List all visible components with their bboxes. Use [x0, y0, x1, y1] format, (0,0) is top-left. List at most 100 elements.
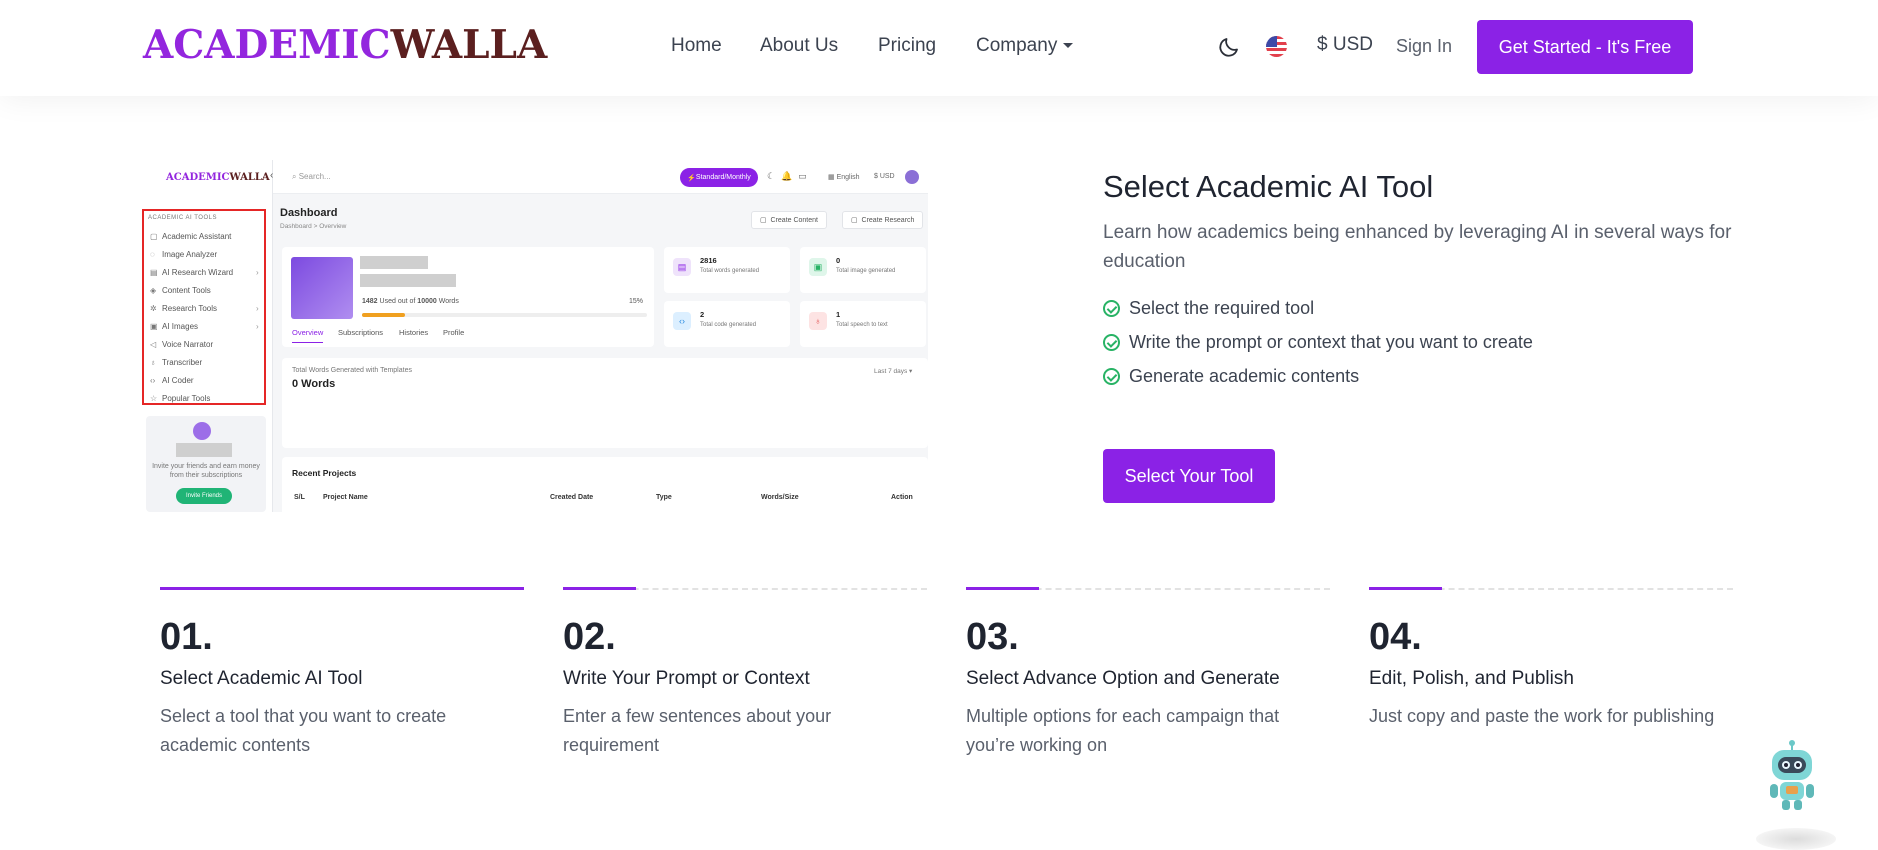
chevron-right-icon: › — [256, 268, 259, 277]
tool-item: ▢ Academic Assistant — [150, 232, 231, 241]
us-flag-icon[interactable] — [1266, 36, 1287, 57]
section-lead: Learn how academics being enhanced by le… — [1103, 222, 1732, 272]
plan-badge: ⚡ Standard/Monthly — [680, 168, 758, 187]
check-circle-icon — [1103, 368, 1120, 385]
create-content-button: ▢ Create Content — [751, 211, 827, 229]
usage-total: 10000 — [417, 298, 437, 305]
dark-mode-moon-icon[interactable] — [1217, 35, 1241, 59]
layers-icon: ◈ — [150, 286, 157, 295]
dashboard-search: ⌕ Search... — [292, 172, 331, 181]
recent-col-header: Created Date — [550, 494, 594, 501]
tool-item: ◁ Voice Narrator — [150, 340, 213, 349]
collapse-chevron-icon: ‹ — [270, 170, 274, 181]
chevron-right-icon: › — [256, 322, 259, 331]
sign-in-link[interactable]: Sign In — [1396, 36, 1452, 57]
feature-bullet: Select the required tool — [1103, 298, 1314, 319]
profile-tab-profile: Profile — [443, 328, 465, 337]
usage-percent: 15% — [629, 298, 644, 305]
dashboard-currency: $ USD — [874, 173, 895, 180]
code-icon: ‹› — [150, 376, 156, 385]
step-progress-fill — [1369, 587, 1442, 590]
currency-selector[interactable]: $ USD — [1317, 34, 1373, 56]
usage-progress-bar — [362, 313, 647, 317]
tool-label: Research Tools — [162, 304, 217, 313]
profile-illustration — [291, 257, 353, 319]
invite-avatar — [193, 422, 211, 440]
chatbot-robot-icon[interactable] — [1764, 740, 1820, 812]
network-icon: ✲ — [150, 304, 157, 313]
dashboard-logo-part1: ACADEMIC — [166, 172, 230, 183]
step-progress-fill — [563, 587, 636, 590]
recent-col-header: S/L — [294, 494, 305, 501]
tool-label: Content Tools — [162, 286, 211, 295]
recent-col-header: Words/Size — [761, 494, 799, 501]
dashboard-logo-part2: WALLA — [229, 172, 270, 183]
dashboard-logo: ACADEMICWALLA — [166, 172, 270, 183]
usage-used: 1482 — [362, 298, 378, 305]
feature-bullet: Write the prompt or context that you wan… — [1103, 332, 1533, 353]
stat-label: Total words generated — [700, 268, 760, 274]
words-chart-title: Total Words Generated with Templates — [292, 367, 412, 374]
tools-title: ACADEMIC AI TOOLS — [148, 215, 217, 221]
profile-tab-subscriptions: Subscriptions — [338, 328, 384, 337]
speaker-icon: ◁ — [150, 340, 157, 349]
step-description: Just copy and paste the work for publish… — [1369, 706, 1715, 726]
tool-label: Voice Narrator — [162, 340, 214, 349]
crumb-dashboard: Dashboard — [280, 223, 312, 230]
usage-mid: Used out of — [379, 298, 416, 305]
check-circle-icon — [1103, 334, 1120, 351]
invite-text: Invite your friends and earn money from … — [152, 463, 260, 479]
site-logo[interactable]: ACADEMICWALLA — [143, 22, 547, 68]
section-title: Select Academic AI Tool — [1103, 169, 1434, 204]
nav-about-us[interactable]: About Us — [760, 34, 838, 58]
document-icon: ▤ — [673, 258, 691, 276]
invite-friends-button: Invite Friends — [176, 488, 232, 504]
image-icon: ▣ — [809, 258, 827, 276]
words-chart-range-label: Last 7 days — [874, 368, 908, 375]
step-progress-fill — [160, 587, 524, 590]
step-title: Write Your Prompt or Context — [563, 668, 810, 689]
tool-item: ✲ Research Tools — [150, 304, 217, 313]
dashboard-search-placeholder: Search... — [298, 172, 331, 181]
step-progress-fill — [966, 587, 1039, 590]
logo-text-part2: WALLA — [390, 22, 548, 68]
profile-tab-histories: Histories — [399, 328, 429, 337]
tool-item: ♁ Transcriber — [150, 358, 202, 367]
profile-email-placeholder — [360, 274, 456, 287]
tool-label: AI Research Wizard — [162, 268, 234, 277]
nav-pricing[interactable]: Pricing — [878, 34, 936, 58]
get-started-button[interactable]: Get Started - It's Free — [1477, 20, 1693, 74]
tool-label: AI Images — [162, 322, 199, 331]
recent-col-header: Type — [656, 494, 672, 501]
profile-tab-overview: Overview — [292, 328, 324, 343]
tool-item: ◌ Image Analyzer — [150, 250, 217, 259]
crumb-overview: Overview — [319, 223, 347, 230]
select-your-tool-button[interactable]: Select Your Tool — [1103, 449, 1275, 503]
nav-home[interactable]: Home — [671, 34, 722, 58]
mic-icon: ♁ — [150, 358, 156, 367]
recent-projects-title: Recent Projects — [292, 468, 357, 478]
tool-item: ☆ Popular Tools — [150, 394, 210, 403]
step-title: Edit, Polish, and Publish — [1369, 668, 1574, 689]
recent-projects-card — [282, 457, 928, 512]
stat-value: 0 — [836, 256, 841, 265]
tool-label: AI Coder — [162, 376, 194, 385]
stat-label: Total image generated — [836, 268, 896, 274]
stat-value: 1 — [836, 310, 841, 319]
feature-bullet-text: Select the required tool — [1129, 298, 1315, 318]
picture-icon: ▣ — [150, 322, 158, 331]
nav-company-dropdown[interactable]: Company — [976, 34, 1073, 58]
tool-item: ◈ Content Tools — [150, 286, 211, 295]
usage-progress-fill — [362, 313, 405, 317]
recent-col-header: Action — [891, 494, 913, 501]
tool-label: Popular Tools — [162, 394, 211, 403]
feature-bullet-text: Write the prompt or context that you wan… — [1129, 332, 1533, 352]
robot-shadow — [1756, 828, 1836, 850]
dashboard-preview: ACADEMICWALLA ‹ ⌕ Search... ⚡ Standard/M… — [140, 160, 928, 512]
check-circle-icon — [1103, 300, 1120, 317]
mic-icon: ♁ — [809, 312, 827, 330]
step-number: 04. — [1369, 616, 1422, 658]
usage-text: 1482 Used out of 10000 Words — [362, 298, 459, 305]
dashboard-header-icons: ☾🔔▭ — [767, 171, 813, 181]
invite-name-placeholder — [176, 443, 232, 457]
